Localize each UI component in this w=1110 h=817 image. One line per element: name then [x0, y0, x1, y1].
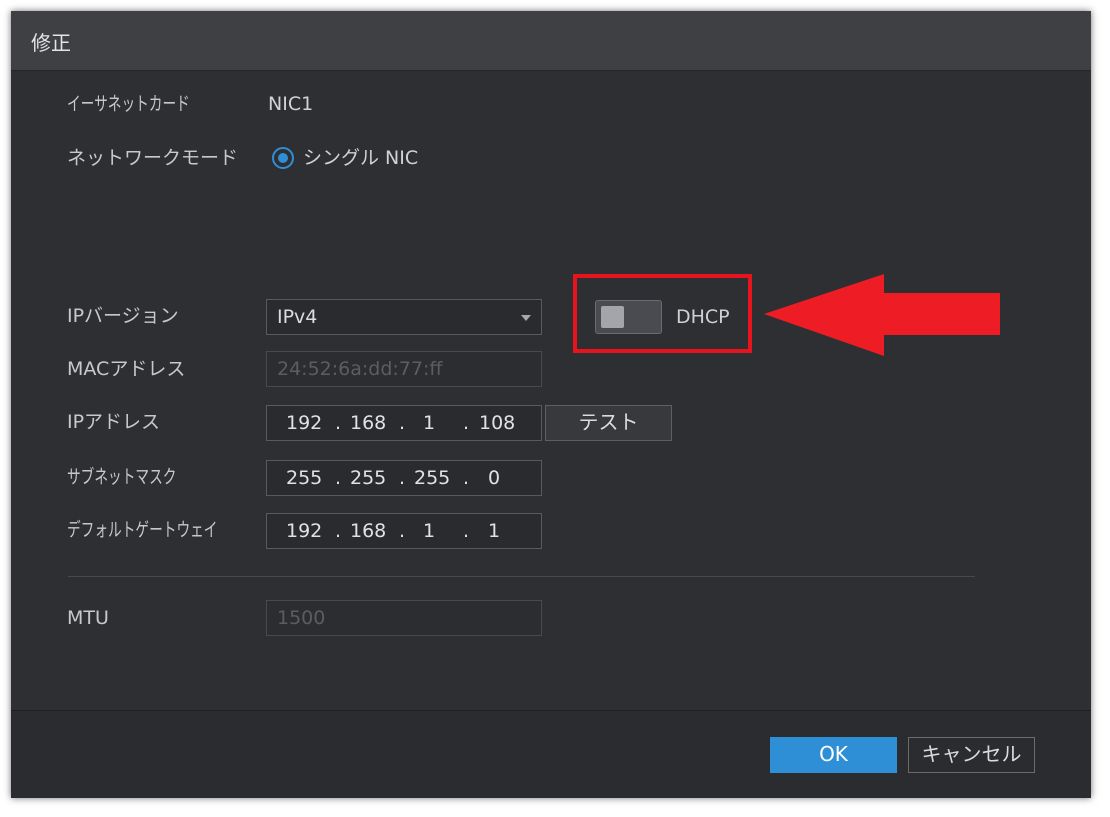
edit-dialog: 修正 イーサネットカード NIC1 ネットワークモード シングル NIC IPバ… — [11, 11, 1091, 798]
subnet-mask-input[interactable]: 255 . 255 . 255 . 0 — [266, 460, 542, 496]
network-mode-label: ネットワークモード — [67, 147, 239, 169]
dialog-footer: OK キャンセル — [11, 710, 1091, 798]
mask-separator: . — [463, 467, 470, 489]
radio-selected-dot — [278, 153, 288, 163]
mtu-value: 1500 — [277, 607, 326, 629]
ip-version-value: IPv4 — [277, 306, 318, 328]
gateway-octet-4[interactable]: 1 — [488, 520, 500, 542]
gateway-octet-1[interactable]: 192 — [286, 520, 322, 542]
ip-address-label: IPアドレス — [67, 411, 161, 433]
mtu-label: MTU — [67, 607, 109, 629]
mask-octet-3[interactable]: 255 — [414, 467, 450, 489]
ethernet-card-label: イーサネットカード — [67, 93, 190, 115]
ip-octet-4[interactable]: 108 — [479, 412, 515, 434]
test-button[interactable]: テスト — [545, 405, 672, 441]
dialog-title: 修正 — [31, 31, 71, 55]
dialog-titlebar: 修正 — [11, 11, 1091, 71]
mac-address-value: 24:52:6a:dd:77:ff — [277, 358, 443, 380]
ip-separator: . — [399, 412, 406, 434]
gateway-separator: . — [463, 520, 470, 542]
subnet-mask-label: サブネットマスク — [67, 466, 177, 488]
single-nic-label: シングル NIC — [303, 147, 419, 169]
ip-version-label: IPバージョン — [67, 305, 179, 327]
mask-octet-2[interactable]: 255 — [350, 467, 386, 489]
annotation-highlight-box — [573, 274, 752, 353]
gateway-octet-3[interactable]: 1 — [423, 520, 435, 542]
mask-octet-1[interactable]: 255 — [286, 467, 322, 489]
ok-button[interactable]: OK — [770, 737, 897, 773]
gateway-separator: . — [399, 520, 406, 542]
mac-address-label: MACアドレス — [67, 358, 186, 380]
ip-version-select[interactable]: IPv4 — [266, 299, 542, 335]
annotation-arrow-icon — [764, 274, 1000, 356]
single-nic-radio[interactable] — [272, 147, 294, 169]
ip-address-input[interactable]: 192 . 168 . 1 . 108 — [266, 405, 542, 441]
cancel-button[interactable]: キャンセル — [908, 737, 1035, 773]
chevron-down-icon — [521, 315, 531, 321]
section-divider — [68, 576, 975, 577]
default-gateway-input[interactable]: 192 . 168 . 1 . 1 — [266, 513, 542, 549]
ip-octet-1[interactable]: 192 — [286, 412, 322, 434]
default-gateway-label: デフォルトゲートウェイ — [67, 519, 218, 541]
ip-separator: . — [335, 412, 342, 434]
ip-octet-2[interactable]: 168 — [350, 412, 386, 434]
mask-separator: . — [399, 467, 406, 489]
mtu-field: 1500 — [266, 600, 542, 636]
ethernet-card-value: NIC1 — [268, 93, 314, 115]
gateway-separator: . — [335, 520, 342, 542]
ip-separator: . — [463, 412, 470, 434]
gateway-octet-2[interactable]: 168 — [350, 520, 386, 542]
mask-separator: . — [335, 467, 342, 489]
ip-octet-3[interactable]: 1 — [423, 412, 435, 434]
mac-address-field: 24:52:6a:dd:77:ff — [266, 351, 542, 387]
mask-octet-4[interactable]: 0 — [488, 467, 500, 489]
